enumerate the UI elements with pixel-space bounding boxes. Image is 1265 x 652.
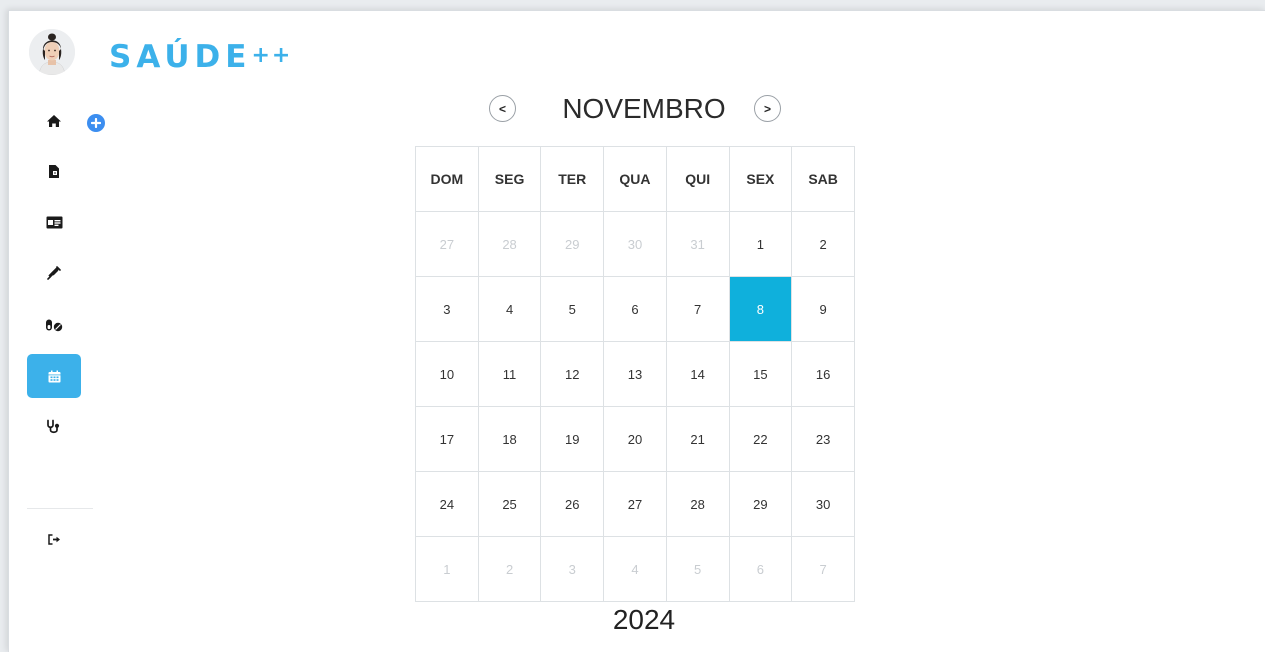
brand-name: SAÚDE	[109, 39, 252, 75]
calendar-day[interactable]: 30	[791, 471, 855, 537]
calendar-day[interactable]: 15	[728, 341, 793, 407]
calendar-day[interactable]: 25	[477, 471, 542, 537]
calendar-day[interactable]: 7	[665, 276, 730, 342]
calendar-day[interactable]: 6	[603, 276, 667, 342]
sidebar-item-documents[interactable]	[27, 149, 81, 193]
plus-circle-icon	[91, 118, 101, 128]
calendar-week-row: 27 28 29 30 31 1 2	[415, 211, 855, 277]
calendar-day[interactable]: 1	[728, 211, 793, 277]
prev-month-label: <	[498, 101, 506, 116]
calendar-day-outside-month[interactable]: 29	[540, 211, 605, 277]
calendar-day-outside-month[interactable]: 28	[477, 211, 542, 277]
sidebar-item-calendar[interactable]	[27, 354, 81, 398]
avatar-image	[29, 29, 75, 75]
calendar-day[interactable]: 22	[728, 406, 793, 472]
calendar-day[interactable]: 4	[477, 276, 542, 342]
calendar-day[interactable]: 24	[415, 471, 479, 537]
sidebar-item-medications[interactable]	[27, 303, 81, 347]
calendar-day[interactable]: 26	[540, 471, 605, 537]
calendar-day[interactable]: 11	[477, 341, 542, 407]
calendar-day[interactable]: 12	[540, 341, 605, 407]
avatar[interactable]	[29, 29, 75, 75]
calendar-week-row: 3456789	[415, 276, 855, 342]
calendar-day[interactable]: 5	[540, 276, 605, 342]
weekday-header: DOM	[415, 146, 479, 212]
next-month-button[interactable]: >	[754, 95, 781, 122]
year-label: 2024	[612, 604, 676, 635]
prev-month-button[interactable]: <	[489, 95, 516, 122]
weekday-header: SEX	[728, 146, 793, 212]
calendar-day[interactable]: 14	[665, 341, 730, 407]
calendar-day[interactable]: 28	[665, 471, 730, 537]
document-icon	[49, 164, 59, 178]
syringe-icon	[47, 266, 61, 280]
calendar-week-row: 10 11 12 13 14 15 16	[415, 341, 855, 407]
weekday-header: SEG	[477, 146, 542, 212]
add-button[interactable]	[87, 114, 105, 132]
calendar-day[interactable]: 27	[603, 471, 667, 537]
calendar-day-outside-month[interactable]: 27	[415, 211, 479, 277]
app-window: SAÚDE++ < NOVEMBRO > DOM SEG TER QUA QUI…	[8, 10, 1265, 652]
calendar-day-outside-month[interactable]: 4	[603, 536, 667, 602]
sidebar-divider	[27, 508, 93, 509]
month-title: NOVEMBRO	[562, 93, 726, 124]
calendar-day[interactable]: 17	[415, 406, 479, 472]
logout-icon	[47, 533, 60, 545]
calendar-day[interactable]: 16	[791, 341, 855, 407]
weekday-header: SAB	[791, 146, 855, 212]
calendar-day[interactable]: 2	[791, 211, 855, 277]
calendar-day-outside-month[interactable]: 1	[415, 536, 479, 602]
calendar-day-outside-month[interactable]: 31	[665, 211, 730, 277]
calendar-day-outside-month[interactable]: 2	[477, 536, 542, 602]
calendar-grid: DOM SEG TER QUA QUI SEX SAB 27 28 29 30 31 1 2…	[415, 146, 855, 602]
calendar-body: 27 28 29 30 31 1 2 3 4 5 6 7 8 9 10 11 12 13 14 15 16 17 18 19 2…	[415, 211, 855, 602]
calendar-day-outside-month[interactable]: 5	[665, 536, 730, 602]
calendar-day[interactable]: 20	[603, 406, 667, 472]
calendar-week-row: 17 18 19 20 21 22 23	[415, 406, 855, 472]
id-card-icon	[46, 216, 62, 228]
next-month-label: >	[763, 101, 771, 116]
sidebar-item-vaccines[interactable]	[27, 251, 81, 295]
calendar-day[interactable]: 18	[477, 406, 542, 472]
calendar-day[interactable]: 13	[603, 341, 667, 407]
calendar-day[interactable]: 19	[540, 406, 605, 472]
calendar-day[interactable]: 21	[665, 406, 730, 472]
stethoscope-icon	[47, 419, 60, 433]
calendar-week-row: 1234567	[415, 536, 855, 602]
calendar-day-outside-month[interactable]: 3	[540, 536, 605, 602]
pills-icon	[46, 319, 63, 332]
calendar-day[interactable]: 29	[728, 471, 793, 537]
calendar-day-outside-month[interactable]: 6	[728, 536, 793, 602]
calendar-day[interactable]: 9	[791, 276, 855, 342]
sidebar-item-consultations[interactable]	[27, 404, 81, 448]
calendar-day[interactable]: 3	[415, 276, 479, 342]
calendar-day-outside-month[interactable]: 7	[791, 536, 855, 602]
weekday-header-row: DOM SEG TER QUA QUI SEX SAB	[415, 146, 855, 212]
weekday-header: QUA	[603, 146, 667, 212]
logout-button[interactable]	[27, 517, 81, 561]
calendar-day[interactable]: 23	[791, 406, 855, 472]
calendar-day-outside-month[interactable]: 30	[603, 211, 667, 277]
sidebar-item-home[interactable]	[27, 99, 81, 143]
brand-suffix: ++	[251, 43, 293, 68]
weekday-header: QUI	[665, 146, 730, 212]
sidebar-item-id-card[interactable]	[27, 200, 81, 244]
home-icon	[47, 115, 61, 127]
calendar-week-row: 24 25 26 27 28 29 30	[415, 471, 855, 537]
calendar-day[interactable]: 10	[415, 341, 479, 407]
weekday-header: TER	[540, 146, 605, 212]
calendar-icon	[48, 370, 60, 382]
calendar-day-today[interactable]: 8	[728, 276, 793, 342]
brand-logo[interactable]: SAÚDE++	[109, 39, 292, 79]
